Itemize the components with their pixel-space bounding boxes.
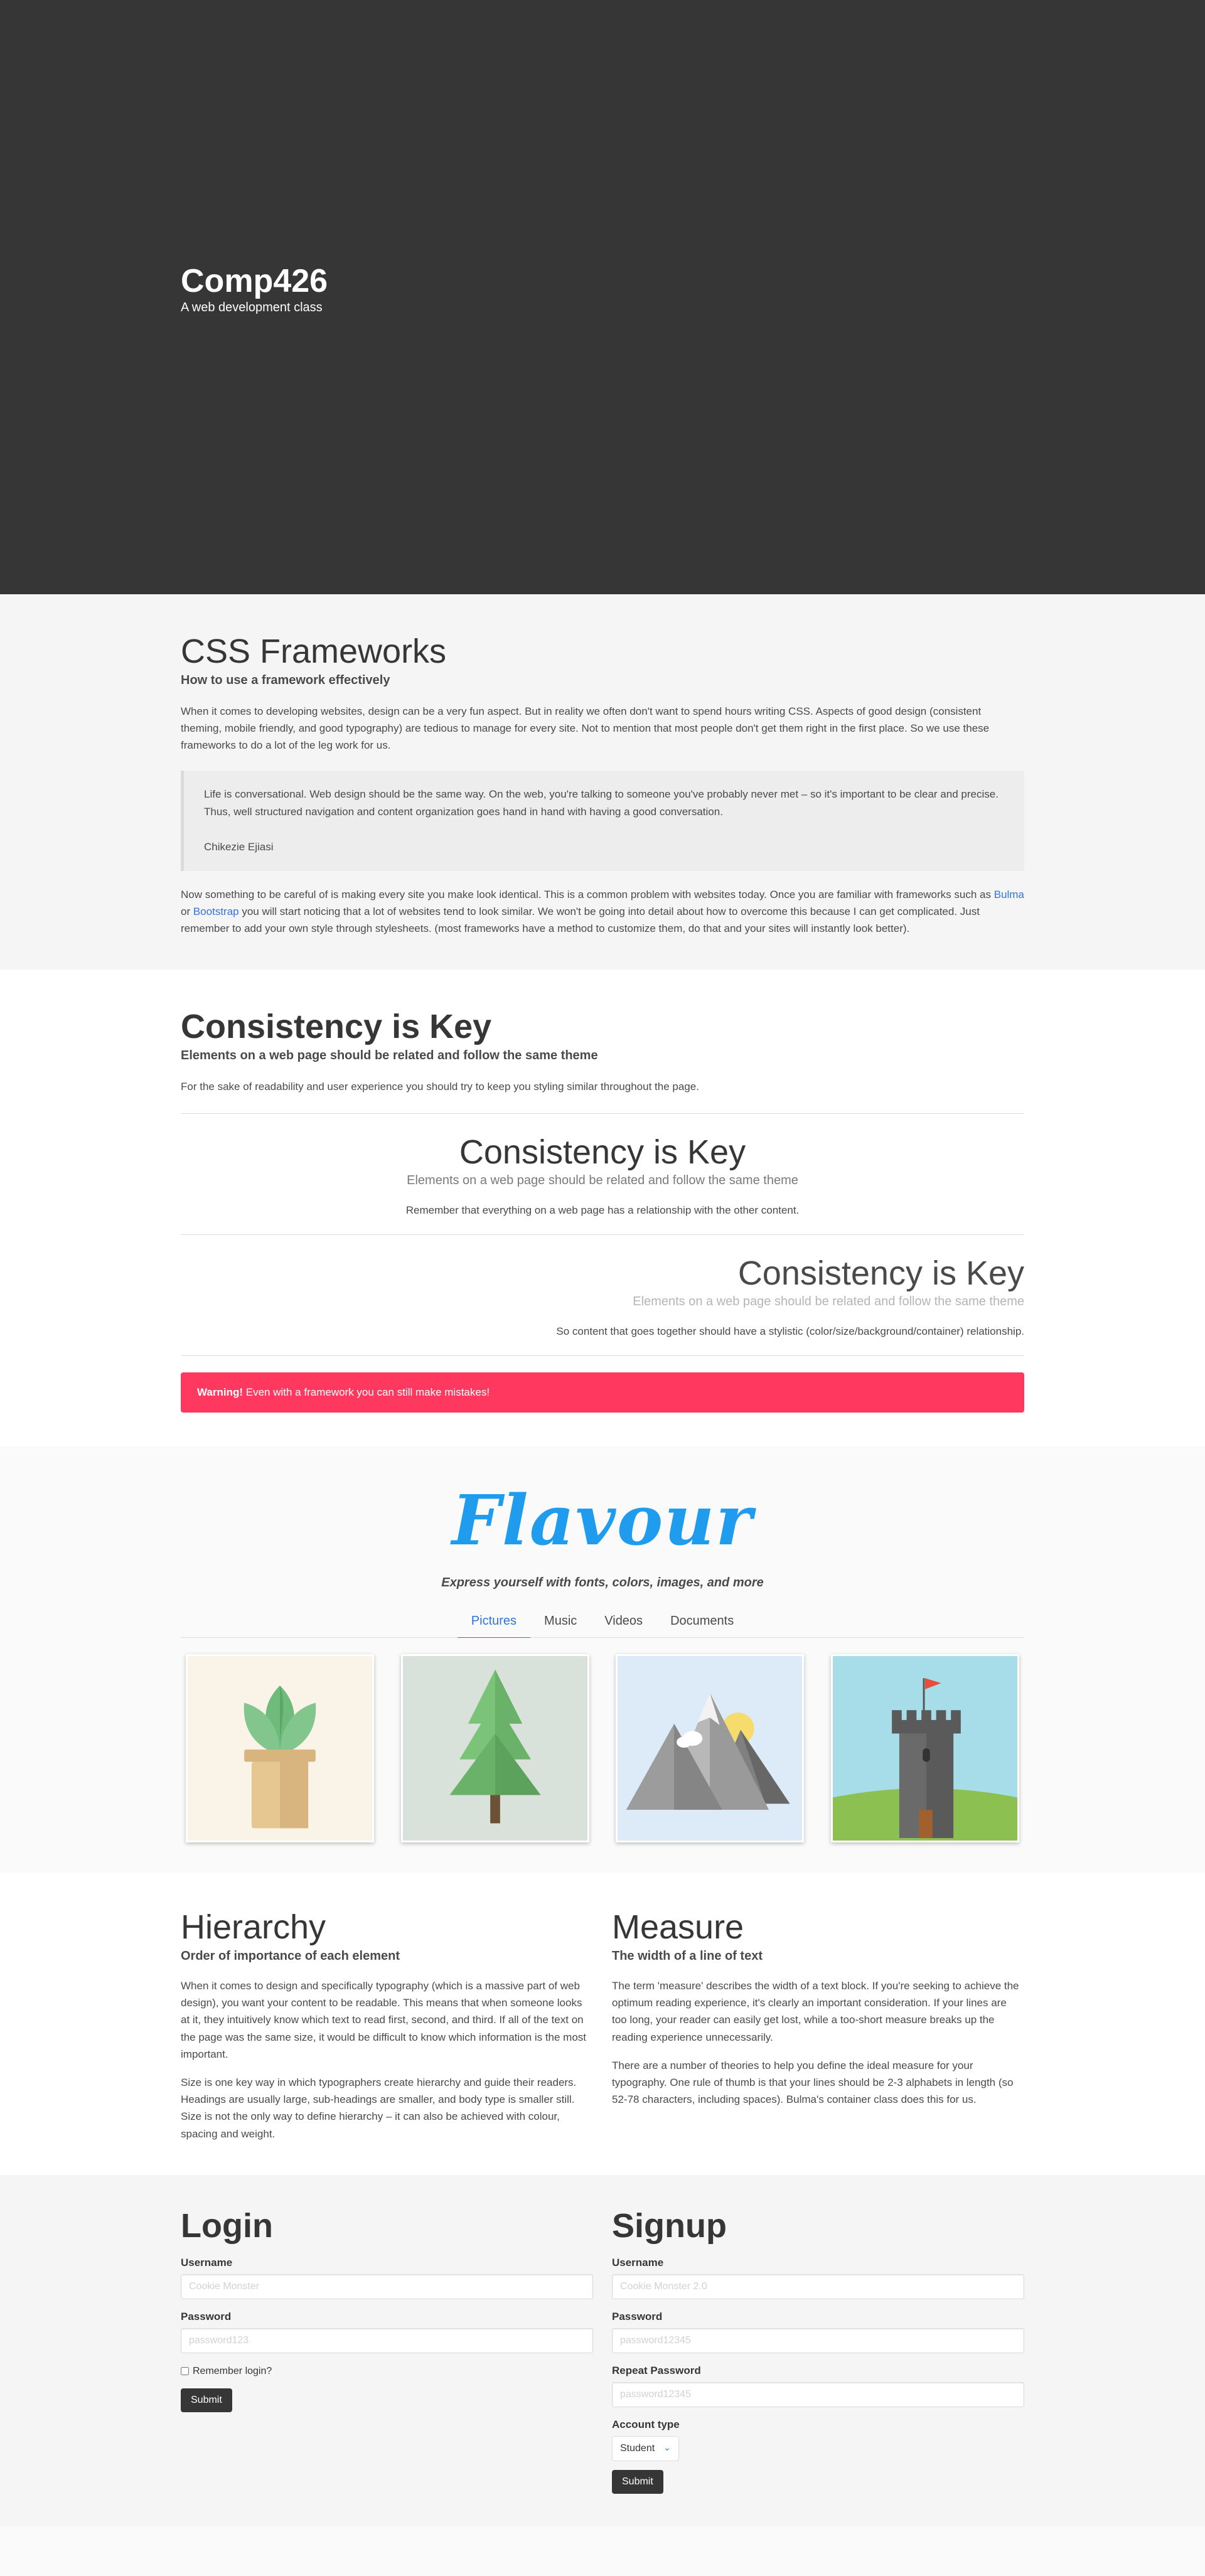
- plant-card[interactable]: [186, 1654, 374, 1842]
- hero: Comp426 A web development class: [0, 0, 1205, 594]
- remember-label: Remember login?: [193, 2365, 272, 2376]
- consistency-subtitle: Elements on a web page should be related…: [181, 1049, 598, 1063]
- signup-form: Signup Username Password Repeat Password…: [612, 2206, 1024, 2494]
- hierarchy-p2: Size is one key way in which typographer…: [181, 2076, 577, 2140]
- forms-section: Login Username Password Remember login? …: [0, 2174, 1205, 2526]
- consistency-right-block: Consistency is Key Elements on a web pag…: [181, 1235, 1024, 1357]
- measure-column: Measure The width of a line of text The …: [612, 1908, 1024, 2142]
- signup-username-input[interactable]: [612, 2274, 1024, 2299]
- consistency-section: Consistency is Key Elements on a web pag…: [0, 970, 1205, 1447]
- warning-strong: Warning!: [197, 1386, 244, 1399]
- account-type-value: Student: [620, 2442, 655, 2454]
- login-form: Login Username Password Remember login? …: [181, 2206, 593, 2494]
- bootstrap-link[interactable]: Bootstrap: [193, 906, 239, 917]
- warning-notification: Warning! Even with a framework you can s…: [181, 1372, 1024, 1413]
- hierarchy-p1: When it comes to design and specifically…: [181, 1980, 587, 2060]
- signup-password-label: Password: [612, 2310, 663, 2322]
- frameworks-outro: Now something to be careful of is making…: [181, 886, 1024, 938]
- signup-repeat-label: Repeat Password: [612, 2364, 701, 2376]
- typography-section: Hierarchy Order of importance of each el…: [0, 1872, 1205, 2175]
- tab-documents[interactable]: Documents: [656, 1608, 747, 1638]
- center-text: Remember that everything on a web page h…: [405, 1204, 800, 1217]
- login-password-label: Password: [181, 2310, 232, 2322]
- tree-illustration: [402, 1655, 587, 1841]
- signup-submit-button[interactable]: Submit: [612, 2469, 663, 2494]
- hierarchy-subtitle: Order of importance of each element: [181, 1949, 400, 1964]
- measure-title: Measure: [612, 1908, 744, 1946]
- signup-repeat-input[interactable]: [612, 2381, 1024, 2407]
- mountains-card[interactable]: [616, 1654, 805, 1842]
- outro-text-1: Now something to be careful of is making…: [181, 888, 994, 901]
- signup-password-input[interactable]: [612, 2327, 1024, 2353]
- remember-checkbox[interactable]: [181, 2367, 189, 2376]
- hierarchy-column: Hierarchy Order of importance of each el…: [181, 1908, 593, 2142]
- center-title: Consistency is Key: [459, 1133, 746, 1171]
- castle-tower-illustration: [832, 1655, 1017, 1841]
- consistency-intro: For the sake of readability and user exp…: [181, 1078, 1024, 1114]
- login-title: Login: [181, 2206, 273, 2245]
- plant-illustration: [188, 1655, 372, 1841]
- frameworks-quote: Life is conversational. Web design shoul…: [181, 770, 1024, 871]
- frameworks-section: CSS Frameworks How to use a framework ef…: [0, 594, 1205, 970]
- outro-text-3: you will start noticing that a lot of we…: [181, 905, 980, 935]
- right-title: Consistency is Key: [737, 1254, 1024, 1293]
- right-subtitle: Elements on a web page should be related…: [633, 1295, 1024, 1309]
- tab-videos[interactable]: Videos: [591, 1608, 656, 1638]
- signup-username-label: Username: [612, 2256, 664, 2269]
- measure-p1: The term 'measure' describes the width o…: [612, 1980, 1019, 2043]
- frameworks-subtitle: How to use a framework effectively: [181, 673, 390, 688]
- media-tabs: Pictures Music Videos Documents: [181, 1608, 1024, 1638]
- quote-text: Life is conversational. Web design shoul…: [204, 788, 999, 818]
- login-submit-button[interactable]: Submit: [181, 2388, 232, 2412]
- remember-login[interactable]: Remember login?: [181, 2366, 593, 2377]
- login-username-input[interactable]: [181, 2274, 593, 2299]
- castle-card[interactable]: [830, 1654, 1019, 1842]
- measure-subtitle: The width of a line of text: [612, 1949, 763, 1964]
- bulma-link[interactable]: Bulma: [994, 889, 1024, 901]
- hero-subtitle: A web development class: [181, 301, 323, 315]
- frameworks-intro: When it comes to developing websites, de…: [181, 705, 990, 752]
- signup-title: Signup: [612, 2206, 727, 2245]
- tab-pictures[interactable]: Pictures: [457, 1608, 531, 1638]
- tree-card[interactable]: [400, 1654, 589, 1842]
- warning-text: Even with a framework you can still make…: [243, 1386, 490, 1399]
- quote-author: Chikezie Ejiasi: [204, 840, 274, 853]
- right-text: So content that goes together should hav…: [556, 1325, 1024, 1338]
- login-username-label: Username: [181, 2256, 233, 2269]
- hero-title: Comp426: [181, 262, 328, 299]
- consistency-title: Consistency is Key: [181, 1008, 492, 1046]
- center-subtitle: Elements on a web page should be related…: [407, 1173, 798, 1188]
- account-type-label: Account type: [612, 2418, 680, 2430]
- outro-text-2: or: [181, 905, 193, 917]
- mountains-illustration: [618, 1655, 803, 1841]
- chevron-down-icon: ⌄: [663, 2442, 671, 2453]
- tab-music[interactable]: Music: [530, 1608, 591, 1638]
- flavour-subtitle: Express yourself with fonts, colors, ima…: [441, 1575, 764, 1590]
- frameworks-title: CSS Frameworks: [181, 633, 447, 670]
- hierarchy-title: Hierarchy: [181, 1908, 326, 1946]
- flavour-section: Flavour Express yourself with fonts, col…: [0, 1446, 1205, 1873]
- consistency-center-block: Consistency is Key Elements on a web pag…: [181, 1114, 1024, 1236]
- login-password-input[interactable]: [181, 2327, 593, 2353]
- picture-gallery: [181, 1638, 1024, 1842]
- flavour-title: Flavour: [451, 1480, 754, 1561]
- account-type-select[interactable]: Student ⌄: [612, 2435, 679, 2461]
- measure-p2: There are a number of theories to help y…: [612, 2059, 1014, 2106]
